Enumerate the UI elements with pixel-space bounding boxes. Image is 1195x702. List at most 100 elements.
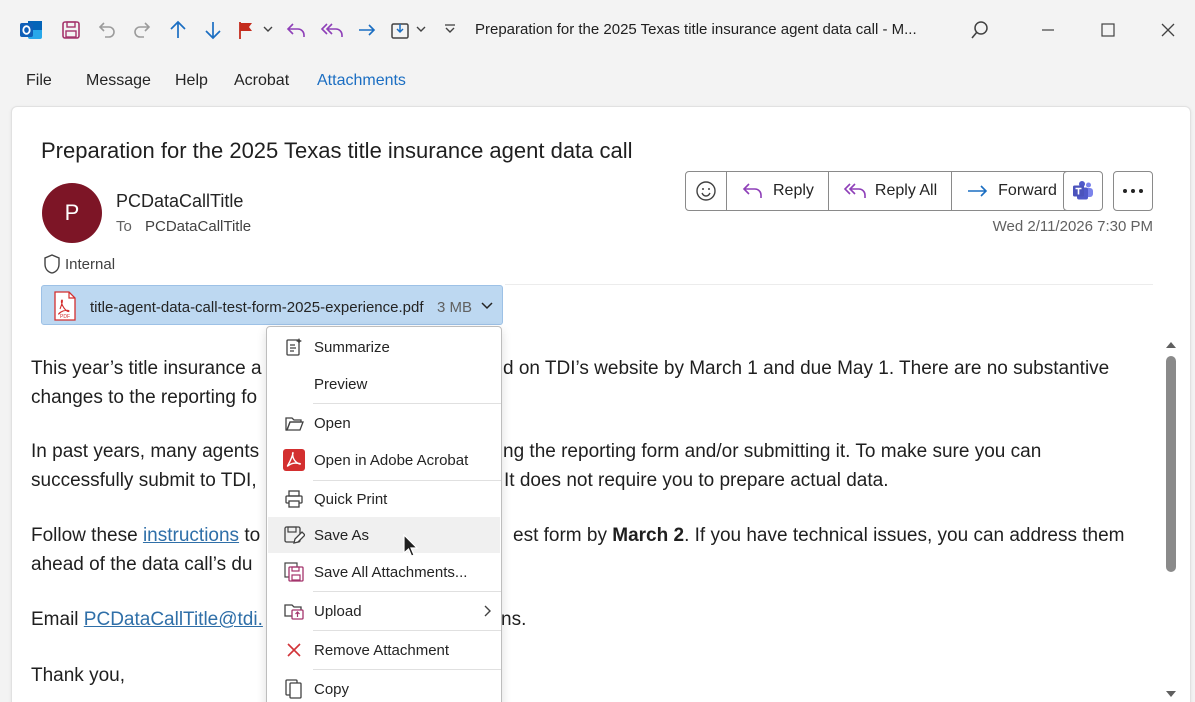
menu-label: Remove Attachment — [314, 642, 450, 659]
menu-item-remove-attachment[interactable]: Remove Attachment — [268, 632, 500, 668]
recipient-name[interactable]: PCDataCallTitle — [145, 218, 251, 235]
menu-item-save-as[interactable]: Save As — [268, 517, 500, 553]
reply-label: Reply — [773, 182, 814, 199]
menu-separator — [313, 591, 501, 592]
body-text: This year’s title insurance a — [31, 358, 262, 379]
body-text: ahead of the data call’s du — [31, 554, 253, 575]
flag-dropdown-icon[interactable] — [263, 24, 273, 34]
move-dropdown-icon[interactable] — [416, 24, 426, 34]
forward-label: Forward — [998, 182, 1057, 199]
save-as-icon — [283, 524, 305, 546]
sender-name[interactable]: PCDataCallTitle — [116, 191, 243, 212]
smiley-icon — [695, 180, 717, 202]
email-link[interactable]: PCDataCallTitle@tdi. — [84, 609, 263, 630]
header-divider — [505, 284, 1153, 285]
emoji-reaction-button[interactable] — [685, 171, 727, 211]
menu-item-open-in-acrobat[interactable]: Open in Adobe Acrobat — [268, 442, 500, 478]
menu-item-upload[interactable]: Upload — [268, 593, 500, 629]
move-to-folder-icon[interactable] — [388, 18, 412, 42]
message-actions: Reply Reply All Forward — [685, 171, 1072, 211]
minimize-icon[interactable] — [1028, 14, 1068, 46]
message-subject: Preparation for the 2025 Texas title ins… — [41, 138, 633, 163]
reply-icon[interactable] — [284, 18, 308, 42]
title-bar: Preparation for the 2025 Texas title ins… — [0, 0, 1195, 62]
chevron-down-icon[interactable] — [480, 298, 494, 312]
summarize-icon — [283, 336, 305, 358]
attachment-context-menu: Summarize Preview Open Open in Adobe Acr… — [266, 326, 502, 702]
avatar-initial: P — [64, 200, 80, 225]
menu-item-preview[interactable]: Preview — [268, 366, 500, 402]
menu-label: Copy — [314, 681, 350, 698]
upload-icon — [283, 600, 305, 622]
body-text: ng the reporting form and/or submitting … — [503, 441, 1042, 462]
reply-all-button[interactable]: Reply All — [827, 171, 953, 211]
menu-separator — [313, 403, 501, 404]
menu-label: Quick Print — [314, 491, 388, 508]
adobe-acrobat-icon — [283, 449, 305, 471]
customize-toolbar-icon[interactable] — [444, 23, 455, 33]
tab-message[interactable]: Message — [86, 72, 151, 90]
flag-icon[interactable] — [234, 18, 258, 42]
menu-item-summarize[interactable]: Summarize — [268, 329, 500, 365]
undo-icon[interactable] — [94, 18, 118, 42]
tab-help[interactable]: Help — [175, 72, 208, 90]
sent-date: Wed 2/11/2026 7:30 PM — [992, 218, 1153, 235]
menu-item-quick-print[interactable]: Quick Print — [268, 481, 500, 517]
menu-label: Preview — [314, 376, 368, 393]
reply-icon — [741, 181, 765, 201]
deadline-bold: March 2 — [612, 525, 685, 546]
window-title: Preparation for the 2025 Texas title ins… — [475, 21, 917, 38]
chevron-right-icon — [482, 604, 492, 618]
mouse-cursor-icon — [403, 534, 419, 558]
menu-label: Open in Adobe Acrobat — [314, 452, 469, 469]
forward-button[interactable]: Forward — [951, 171, 1072, 211]
close-icon[interactable] — [1148, 14, 1188, 46]
sensitivity-text: Internal — [65, 255, 116, 273]
reply-button[interactable]: Reply — [726, 171, 829, 211]
attachment-name: title-agent-data-call-test-form-2025-exp… — [90, 299, 424, 316]
body-text: Thank you, — [31, 665, 125, 686]
attachment-chip[interactable]: PDF title-agent-data-call-test-form-2025… — [41, 285, 503, 325]
body-text: est form by — [513, 525, 613, 546]
search-icon[interactable] — [960, 14, 1000, 46]
save-all-icon — [283, 561, 305, 583]
menu-separator — [313, 630, 501, 631]
body-text: . If you have technical issues, you can … — [684, 525, 1125, 546]
menu-item-open[interactable]: Open — [268, 405, 500, 441]
save-icon[interactable] — [59, 18, 83, 42]
menu-item-copy[interactable]: Copy — [268, 671, 500, 702]
menu-label: Upload — [314, 603, 362, 620]
maximize-icon[interactable] — [1088, 14, 1128, 46]
avatar[interactable]: P — [42, 183, 102, 243]
to-label: To — [116, 218, 132, 235]
teams-chat-button[interactable] — [1063, 171, 1103, 211]
reply-all-icon[interactable] — [320, 18, 344, 42]
more-actions-button[interactable] — [1113, 171, 1153, 211]
scrollbar[interactable] — [1162, 336, 1180, 702]
redo-icon[interactable] — [131, 18, 155, 42]
body-text: In past years, many agents — [31, 441, 260, 462]
more-icon — [1122, 188, 1144, 194]
menu-label: Save All Attachments... — [314, 564, 468, 581]
body-text: Email — [31, 609, 84, 630]
reply-all-icon — [843, 181, 867, 201]
instructions-link[interactable]: instructions — [143, 525, 239, 546]
svg-text:PDF: PDF — [60, 314, 70, 320]
arrow-down-icon[interactable] — [201, 18, 225, 42]
forward-icon[interactable] — [355, 18, 379, 42]
tab-attachments[interactable]: Attachments — [317, 72, 406, 90]
body-text: ns. — [501, 609, 527, 630]
tab-file[interactable]: File — [26, 72, 52, 90]
teams-icon — [1071, 179, 1095, 203]
sensitivity-label: Internal — [42, 253, 115, 275]
body-text: changes to the reporting fo — [31, 387, 258, 408]
menu-item-save-all-attachments[interactable]: Save All Attachments... — [268, 554, 500, 590]
tab-acrobat[interactable]: Acrobat — [234, 72, 289, 90]
body-text: to — [239, 525, 261, 546]
body-text: Follow these — [31, 525, 143, 546]
forward-icon — [966, 181, 990, 201]
remove-x-icon — [283, 639, 305, 661]
shield-icon — [42, 253, 62, 275]
arrow-up-icon[interactable] — [166, 18, 190, 42]
ribbon-tabs: File Message Help Acrobat Attachments — [0, 62, 1195, 98]
